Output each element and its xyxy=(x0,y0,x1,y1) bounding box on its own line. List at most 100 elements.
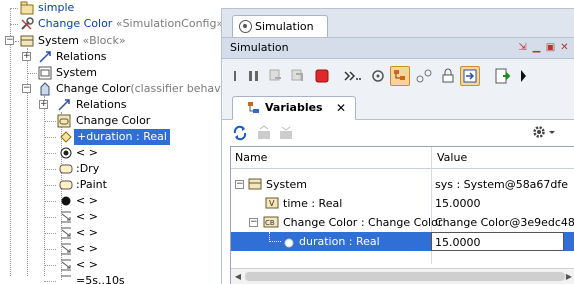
table-row-selected[interactable]: duration : Real 15.0000 xyxy=(231,232,574,251)
tree-item-label: < > xyxy=(76,146,98,159)
export-icon[interactable] xyxy=(460,66,480,86)
stereotype-label: «Block» xyxy=(82,34,126,47)
tree-item-transition[interactable]: < > xyxy=(0,209,228,225)
column-header-name[interactable]: Name xyxy=(235,147,267,169)
variable-name: duration : Real xyxy=(299,235,380,248)
scroll-right-icon[interactable]: ▶ xyxy=(562,269,574,284)
scroll-left-icon[interactable]: ◀ xyxy=(231,269,245,284)
transition-icon xyxy=(59,258,73,272)
variable-name: System xyxy=(266,178,308,191)
tree-item-relations[interactable]: + Relations xyxy=(0,49,228,65)
tree-item-label: System xyxy=(38,34,80,47)
variables-toolbar xyxy=(222,120,574,144)
tree-item-change-color-diagram[interactable]: Change Color xyxy=(0,113,228,129)
minimize-icon[interactable]: ▁ xyxy=(531,43,542,54)
tree-item-label: +duration : Real xyxy=(74,129,170,145)
tree-item-label: simple xyxy=(38,1,75,14)
close-icon[interactable]: ✕ xyxy=(336,98,346,119)
tree-item-initial-state[interactable]: < > xyxy=(0,145,228,161)
package-icon xyxy=(20,1,34,15)
maximize-icon[interactable]: ▣ xyxy=(545,43,556,54)
pin-icon[interactable]: ⇲ xyxy=(517,43,528,54)
tree-item-system-block[interactable]: − System «Block» xyxy=(0,33,228,49)
initial-state-icon xyxy=(59,194,73,208)
variables-table: Name Value − System sys : System@58a67df… xyxy=(230,146,574,284)
tree-item-relations[interactable]: + Relations xyxy=(0,97,228,113)
simulation-config-icon xyxy=(20,17,34,31)
step-into-icon[interactable] xyxy=(266,66,286,86)
column-header-value[interactable]: Value xyxy=(437,147,467,169)
variable-value: sys : System@58a67dfe xyxy=(435,178,569,191)
tree-item-dry[interactable]: :Dry xyxy=(0,161,228,177)
close-window-icon[interactable]: ✕ xyxy=(559,43,570,54)
stop-icon[interactable] xyxy=(312,66,332,86)
tree-item-transition[interactable]: < > xyxy=(0,225,228,241)
tree-item-label: System xyxy=(56,66,98,79)
window-title: Simulation xyxy=(230,41,289,54)
state-machine-icon xyxy=(38,82,52,96)
tree-item-label: Change Color xyxy=(38,17,113,30)
collapse-toggle[interactable]: − xyxy=(22,84,31,93)
expand-all-icon[interactable] xyxy=(278,125,294,144)
collapse-toggle[interactable]: − xyxy=(249,218,258,227)
table-row[interactable]: − CB Change Color : Change Color Change … xyxy=(231,213,574,232)
tree-item-label: < > xyxy=(76,210,98,223)
variables-tab-label: Variables xyxy=(265,101,323,114)
value-edit-field[interactable]: 15.0000 xyxy=(431,232,564,251)
refresh-icon[interactable] xyxy=(232,125,248,144)
tree-item-initial-node[interactable]: < > xyxy=(0,193,228,209)
transition-icon xyxy=(59,274,73,284)
property-icon xyxy=(283,236,297,249)
collapse-toggle[interactable]: − xyxy=(5,36,14,45)
simulation-window: Simulation Simulation ⇲ ▁ ▣ ✕ Variables … xyxy=(221,8,574,284)
simulation-icon xyxy=(239,20,252,33)
block-icon xyxy=(248,178,262,191)
animation-speed-icon[interactable] xyxy=(342,66,362,86)
tree-item-label: < > xyxy=(76,258,98,271)
lock-icon[interactable] xyxy=(438,66,458,86)
svg-text:CB: CB xyxy=(265,219,275,227)
horizontal-scrollbar[interactable]: ◀ ▶ xyxy=(231,268,574,284)
pause-icon[interactable] xyxy=(244,66,264,86)
table-row[interactable]: − System sys : System@58a67dfe xyxy=(231,175,574,194)
target-icon[interactable] xyxy=(368,66,388,86)
diagram-icon xyxy=(38,66,52,80)
tree-item-label: < > xyxy=(76,242,98,255)
state-icon xyxy=(59,162,73,176)
transition-icon xyxy=(59,242,73,256)
collapse-all-icon[interactable] xyxy=(256,125,272,144)
back-icon[interactable] xyxy=(226,66,246,86)
state-diagram-icon xyxy=(57,114,71,128)
tree-item-label: < > xyxy=(76,194,98,207)
tree-item-transition[interactable]: < > xyxy=(0,257,228,273)
final-state-icon xyxy=(59,146,73,160)
collapse-toggle[interactable]: − xyxy=(235,180,244,189)
tree-item-change-color-config[interactable]: Change Color «SimulationConfig» xyxy=(0,16,228,32)
expand-toggle[interactable]: + xyxy=(39,100,48,109)
tree-item-paint[interactable]: :Paint xyxy=(0,177,228,193)
tab-label: Simulation xyxy=(255,20,314,33)
gear-icon[interactable] xyxy=(531,124,557,143)
expand-toggle[interactable]: + xyxy=(22,52,31,61)
connect-icon[interactable] xyxy=(414,66,434,86)
tree-item-transition[interactable]: < > xyxy=(0,241,228,257)
step-over-icon[interactable] xyxy=(288,66,308,86)
behavior-icon: CB xyxy=(263,216,279,229)
simulation-title-bar[interactable]: Simulation ⇲ ▁ ▣ ✕ xyxy=(222,37,574,59)
run-icon[interactable] xyxy=(492,66,512,86)
tree-item-system-diagram[interactable]: System xyxy=(0,65,228,81)
table-row[interactable]: V time : Real 15.0000 xyxy=(231,194,574,213)
tab-variables[interactable]: Variables ✕ xyxy=(232,96,356,120)
tree-view-icon[interactable] xyxy=(390,66,410,86)
more-icon[interactable] xyxy=(514,66,534,86)
variable-name: Change Color : Change Color xyxy=(283,216,443,229)
tab-simulation[interactable]: Simulation xyxy=(232,15,328,38)
tree-item-time-event[interactable]: =5s..10s xyxy=(0,273,228,284)
scrollbar-thumb[interactable] xyxy=(245,272,565,281)
tree-item-change-color-behavior[interactable]: − Change Color(classifier behavior) xyxy=(0,81,228,97)
containment-tree: simple Change Color «SimulationConfig» −… xyxy=(0,0,228,284)
tree-item-duration[interactable]: +duration : Real xyxy=(0,129,228,145)
tree-item-label: :Paint xyxy=(76,178,107,191)
variable-value: 15.0000 xyxy=(435,197,481,210)
tree-item-simple[interactable]: simple xyxy=(0,0,228,16)
